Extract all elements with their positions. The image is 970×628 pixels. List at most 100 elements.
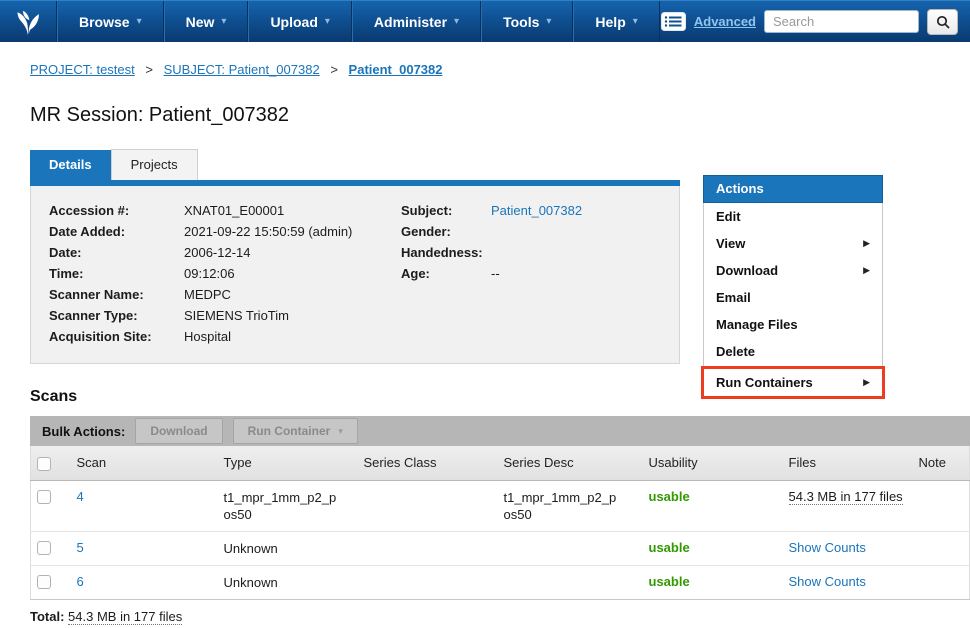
scan-row: 5 Unknown usable Show Counts [31,531,970,565]
chevron-down-icon: ▾ [546,17,551,27]
chevron-down-icon: ▾ [338,426,343,437]
breadcrumb-separator: > [145,62,153,77]
scans-table: Scan Type Series Class Series Desc Usabi… [30,446,970,600]
bulk-actions-label: Bulk Actions: [42,424,125,439]
scan-type: Unknown [224,540,342,557]
scan-link[interactable]: 4 [77,489,84,504]
scans-header-row: Scan Type Series Class Series Desc Usabi… [31,446,970,480]
field-label: Date: [49,242,184,263]
advanced-search-link[interactable]: Advanced [694,14,756,29]
breadcrumb: PROJECT: testest > SUBJECT: Patient_0073… [30,62,970,77]
action-label: Run Containers [716,375,813,390]
chevron-down-icon: ▾ [633,17,638,27]
column-header-series-desc: Series Desc [498,446,643,480]
scan-link[interactable]: 5 [77,540,84,555]
show-counts-link[interactable]: Show Counts [789,574,866,589]
column-header-usability: Usability [643,446,783,480]
nav-menu-label: Upload [270,14,317,30]
note-cell [913,480,970,531]
action-download[interactable]: Download ▶ [704,257,882,284]
nav-menu-label: Administer [374,14,447,30]
column-header-files: Files [783,446,913,480]
action-label: Download [716,263,778,278]
action-email[interactable]: Email [704,284,882,311]
action-manage-files[interactable]: Manage Files [704,311,882,338]
select-all-checkbox[interactable] [37,457,51,471]
subject-link[interactable]: Patient_007382 [491,200,582,221]
scan-link[interactable]: 6 [77,574,84,589]
file-size-text[interactable]: 54.3 MB in 177 files [789,489,903,505]
row-checkbox[interactable] [37,575,51,589]
show-counts-link[interactable]: Show Counts [789,540,866,555]
tab-details[interactable]: Details [30,150,111,180]
column-header-type: Type [218,446,358,480]
time-value: 09:12:06 [184,263,235,284]
date-value: 2006-12-14 [184,242,251,263]
actions-menu-header: Actions [703,175,883,203]
session-details-panel: Accession #:XNAT01_E00001 Date Added:202… [30,186,680,364]
scan-row: 4 t1_mpr_1mm_p2_pos50 t1_mpr_1mm_p2_pos5… [31,480,970,531]
scanner-name-value: MEDPC [184,284,231,305]
chevron-down-icon: ▾ [221,17,226,27]
advanced-search-icon[interactable] [661,12,686,31]
action-label: Delete [716,344,755,359]
nav-menu-administer[interactable]: Administer ▾ [352,1,481,42]
nav-menu-tools[interactable]: Tools ▾ [481,1,573,42]
field-label: Age: [401,263,491,284]
details-right-column: Subject:Patient_007382 Gender: Handednes… [401,200,582,347]
series-desc [498,565,643,599]
nav-menu-label: Tools [503,14,539,30]
row-checkbox[interactable] [37,541,51,555]
page-title: MR Session: Patient_007382 [30,104,970,127]
submenu-arrow-icon: ▶ [863,377,870,388]
acquisition-site-value: Hospital [184,326,231,347]
usability-status: usable [649,489,690,504]
scanner-type-value: SIEMENS TrioTim [184,305,289,326]
nav-search-area: Advanced [661,1,970,42]
action-run-containers[interactable]: Run Containers ▶ [704,369,882,396]
bulk-run-container-button[interactable]: Run Container ▾ [233,418,358,444]
nav-menu-new[interactable]: New ▾ [164,1,249,42]
search-input[interactable] [764,10,919,33]
tab-projects[interactable]: Projects [111,149,198,180]
total-size-text: 54.3 MB in 177 files [68,609,182,625]
series-class [358,480,498,531]
search-icon [936,15,950,29]
breadcrumb-subject-link[interactable]: SUBJECT: Patient_007382 [164,62,320,77]
field-label: Date Added: [49,221,184,242]
scan-row: 6 Unknown usable Show Counts [31,565,970,599]
usability-status: usable [649,574,690,589]
breadcrumb-session-link[interactable]: Patient_007382 [349,62,443,77]
submenu-arrow-icon: ▶ [863,265,870,276]
nav-menu-label: New [186,14,215,30]
series-class [358,565,498,599]
action-label: View [716,236,745,251]
nav-menu-help[interactable]: Help ▾ [573,1,659,42]
nav-menu-label: Browse [79,14,130,30]
search-button[interactable] [927,9,958,35]
action-delete[interactable]: Delete [704,338,882,365]
field-label: Scanner Name: [49,284,184,305]
breadcrumb-separator: > [330,62,338,77]
actions-menu: Actions Edit View ▶ Download ▶ Email Man… [703,175,883,399]
breadcrumb-project-link[interactable]: PROJECT: testest [30,62,135,77]
chevron-down-icon: ▾ [137,17,142,27]
field-label: Accession #: [49,200,184,221]
action-label: Email [716,290,751,305]
nav-menu-upload[interactable]: Upload ▾ [248,1,351,42]
row-checkbox[interactable] [37,490,51,504]
top-navbar: Browse ▾ New ▾ Upload ▾ Administer ▾ Too… [0,0,970,42]
bulk-download-button[interactable]: Download [135,418,222,444]
series-desc [498,531,643,565]
column-header-scan: Scan [71,446,218,480]
field-label: Scanner Type: [49,305,184,326]
series-desc: t1_mpr_1mm_p2_pos50 [504,489,622,523]
chevron-down-icon: ▾ [325,17,330,27]
xnat-logo[interactable] [0,1,57,42]
nav-menu-browse[interactable]: Browse ▾ [57,1,164,42]
action-view[interactable]: View ▶ [704,230,882,257]
series-class [358,531,498,565]
action-edit[interactable]: Edit [704,203,882,230]
scan-type: Unknown [224,574,342,591]
date-added-value: 2021-09-22 15:50:59 (admin) [184,221,352,242]
